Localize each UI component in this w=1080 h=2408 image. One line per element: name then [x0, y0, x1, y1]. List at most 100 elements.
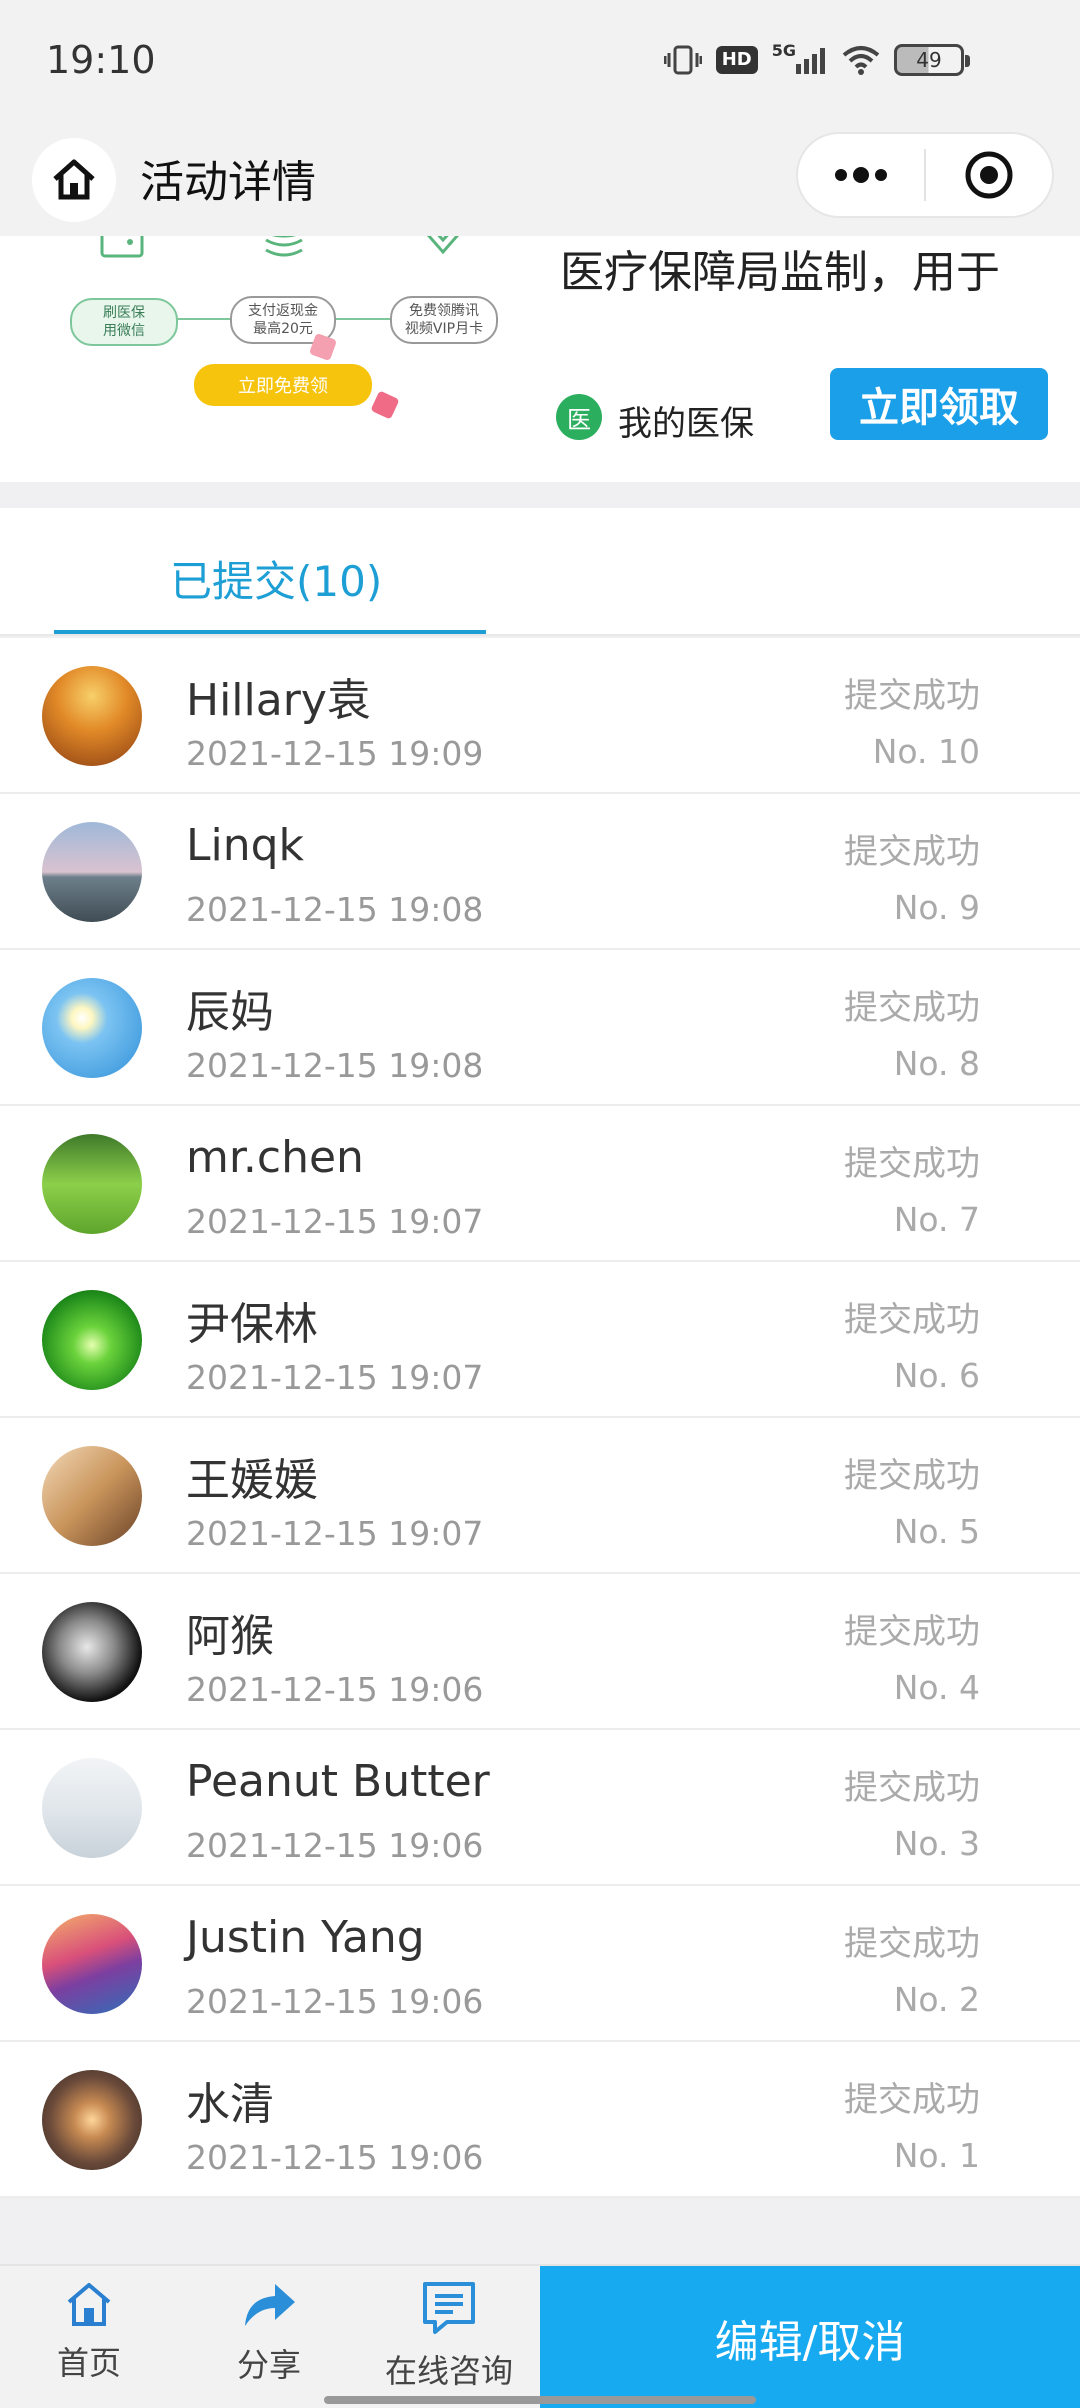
close-mini-program-button[interactable] [926, 134, 1052, 216]
user-name: Hillary袁 [186, 675, 371, 726]
submit-time: 2021-12-15 19:07 [186, 1514, 484, 1553]
network-type-label: 5G [771, 40, 796, 60]
status-text: 提交成功 [844, 1924, 980, 1964]
free-claim-button[interactable]: 立即免费领 [194, 364, 372, 406]
submit-time: 2021-12-15 19:06 [186, 1982, 484, 2021]
chat-icon [423, 2282, 475, 2334]
entry-number: No. 9 [893, 888, 980, 927]
bottom-toolbar: 首页 分享 在线咨询 编辑/取消 [0, 2264, 1080, 2408]
entry-number: No. 3 [893, 1824, 980, 1863]
share-tab[interactable]: 分享 [194, 2280, 344, 2386]
user-name: Justin Yang [186, 1912, 425, 1963]
more-dots-icon [835, 167, 887, 183]
home-indicator[interactable] [324, 2396, 756, 2404]
share-icon [245, 2284, 295, 2326]
tab-submitted[interactable]: 已提交(10) [54, 548, 486, 609]
list-item[interactable]: Peanut Butter 2021-12-15 19:06 提交成功 No. … [0, 1730, 1080, 1886]
avatar [42, 666, 142, 766]
page-title: 活动详情 [140, 157, 316, 208]
vibrate-icon [663, 45, 702, 75]
entry-number: No. 1 [893, 2136, 980, 2175]
entry-number: No. 4 [893, 1668, 980, 1707]
list-item[interactable]: 水清 2021-12-15 19:06 提交成功 No. 1 [0, 2042, 1080, 2198]
home-icon [67, 2283, 111, 2326]
home-icon [53, 159, 95, 200]
status-text: 提交成功 [844, 1456, 980, 1496]
submit-time: 2021-12-15 19:07 [186, 1358, 484, 1397]
list-item[interactable]: 尹保林 2021-12-15 19:07 提交成功 No. 6 [0, 1262, 1080, 1418]
mini-program-capsule [796, 132, 1054, 218]
entry-number: No. 10 [872, 732, 980, 771]
status-icons: HD 5G 49 [663, 40, 970, 80]
nav-bar: 活动详情 [0, 122, 1080, 236]
avatar [42, 2070, 142, 2170]
avatar [42, 822, 142, 922]
submit-time: 2021-12-15 19:06 [186, 2138, 484, 2177]
status-bar: 19:10 HD 5G 49 [0, 0, 1080, 122]
entry-number: No. 5 [893, 1512, 980, 1551]
list-item[interactable]: 辰妈 2021-12-15 19:08 提交成功 No. 8 [0, 950, 1080, 1106]
submit-time: 2021-12-15 19:06 [186, 1670, 484, 1709]
user-name: Linqk [186, 820, 305, 871]
list-item[interactable]: Linqk 2021-12-15 19:08 提交成功 No. 9 [0, 794, 1080, 950]
claim-now-button[interactable]: 立即领取 [830, 368, 1048, 440]
avatar [42, 1134, 142, 1234]
home-button[interactable] [32, 138, 116, 222]
status-text: 提交成功 [844, 832, 980, 872]
flow-step-3: 免费领腾讯 视频VIP月卡 [390, 296, 498, 344]
promo-banner[interactable]: 刷医保 用微信 支付返现金 最高20元 免费领腾讯 视频VIP月卡 立即免费领 … [0, 236, 1080, 482]
coins-icon [265, 236, 303, 257]
home-tab-label: 首页 [56, 2344, 121, 2382]
user-name: mr.chen [186, 1132, 364, 1183]
submit-time: 2021-12-15 19:08 [186, 890, 484, 929]
status-text: 提交成功 [844, 1612, 980, 1652]
entry-number: No. 7 [893, 1200, 980, 1239]
consult-tab-label: 在线咨询 [384, 2352, 513, 2390]
cellular-signal-icon: 5G [772, 41, 828, 74]
submit-time: 2021-12-15 19:07 [186, 1202, 484, 1241]
flow-step-1: 刷医保 用微信 [70, 298, 178, 346]
edit-cancel-button[interactable]: 编辑/取消 [540, 2266, 1080, 2408]
submit-time: 2021-12-15 19:09 [186, 734, 484, 773]
submit-time: 2021-12-15 19:06 [186, 1826, 484, 1865]
submission-list: Hillary袁 2021-12-15 19:09 提交成功 No. 10 Li… [0, 638, 1080, 2198]
target-circle-icon [965, 151, 1013, 199]
tab-active-indicator [54, 630, 486, 634]
list-item[interactable]: Justin Yang 2021-12-15 19:06 提交成功 No. 2 [0, 1886, 1080, 2042]
avatar [42, 978, 142, 1078]
avatar [42, 1914, 142, 2014]
user-name: 水清 [186, 2079, 274, 2130]
diamond-icon [427, 236, 459, 255]
tab-bar: 已提交(10) [0, 508, 1080, 636]
avatar [42, 1758, 142, 1858]
entry-number: No. 2 [893, 1980, 980, 2019]
home-tab[interactable]: 首页 [14, 2280, 164, 2384]
brand-name: 我的医保 [618, 404, 754, 444]
list-item[interactable]: Hillary袁 2021-12-15 19:09 提交成功 No. 10 [0, 638, 1080, 794]
entry-number: No. 8 [893, 1044, 980, 1083]
avatar [42, 1446, 142, 1546]
medical-insurance-logo: 医 [556, 394, 602, 440]
list-item[interactable]: 阿猴 2021-12-15 19:06 提交成功 No. 4 [0, 1574, 1080, 1730]
hd-icon: HD [715, 46, 758, 74]
status-text: 提交成功 [844, 676, 980, 716]
avatar [42, 1290, 142, 1390]
status-text: 提交成功 [844, 988, 980, 1028]
share-tab-label: 分享 [236, 2346, 301, 2384]
submit-time: 2021-12-15 19:08 [186, 1046, 484, 1085]
user-name: 阿猴 [186, 1611, 274, 1662]
status-text: 提交成功 [844, 1300, 980, 1340]
user-name: 王媛媛 [186, 1455, 318, 1506]
more-button[interactable] [798, 134, 924, 216]
consult-tab[interactable]: 在线咨询 [374, 2280, 524, 2392]
status-time: 19:10 [46, 38, 156, 82]
card-icon [100, 236, 144, 258]
entry-number: No. 6 [893, 1356, 980, 1395]
list-item[interactable]: 王媛媛 2021-12-15 19:07 提交成功 No. 5 [0, 1418, 1080, 1574]
status-text: 提交成功 [844, 1768, 980, 1808]
decor-gift [370, 390, 400, 420]
banner-headline: 医疗保障局监制，用于 [560, 247, 1000, 298]
user-name: 辰妈 [186, 987, 274, 1038]
user-name: Peanut Butter [186, 1756, 490, 1807]
list-item[interactable]: mr.chen 2021-12-15 19:07 提交成功 No. 7 [0, 1106, 1080, 1262]
